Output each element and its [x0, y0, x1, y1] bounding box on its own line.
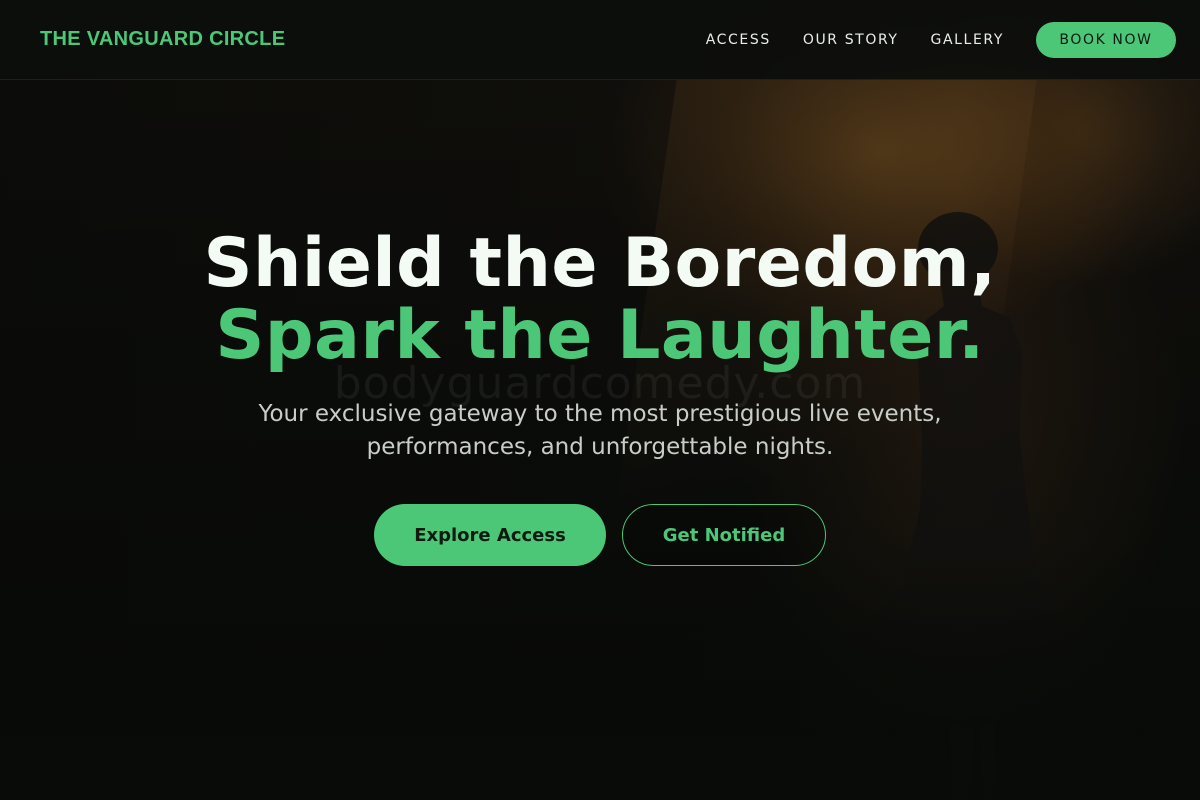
brand-logo[interactable]: THE VANGUARD CIRCLE	[40, 28, 285, 51]
hero-section: Shield the Boredom, Spark the Laughter. …	[0, 228, 1200, 566]
book-now-button[interactable]: BOOK NOW	[1036, 21, 1176, 58]
main-nav: ACCESS OUR STORY GALLERY BOOK NOW	[706, 21, 1176, 58]
nav-link-our-story[interactable]: OUR STORY	[803, 32, 899, 48]
nav-link-access[interactable]: ACCESS	[706, 32, 771, 48]
hero-subtitle-line-1: Your exclusive gateway to the most prest…	[258, 401, 942, 427]
hero-title: Shield the Boredom, Spark the Laughter.	[0, 228, 1200, 372]
hero-title-line-2: Spark the Laughter.	[215, 296, 985, 375]
landing-page: bodyguardcomedy.com THE VANGUARD CIRCLE …	[0, 0, 1200, 800]
hero-subtitle-line-2: performances, and unforgettable nights.	[366, 434, 834, 460]
hero-subtitle: Your exclusive gateway to the most prest…	[0, 398, 1200, 464]
get-notified-button[interactable]: Get Notified	[622, 504, 826, 566]
explore-access-button[interactable]: Explore Access	[374, 504, 606, 566]
nav-link-gallery[interactable]: GALLERY	[931, 32, 1004, 48]
hero-cta-row: Explore Access Get Notified	[0, 504, 1200, 566]
bottom-fade	[0, 540, 1200, 800]
hero-title-line-1: Shield the Boredom,	[203, 224, 997, 303]
top-navbar: THE VANGUARD CIRCLE ACCESS OUR STORY GAL…	[0, 0, 1200, 80]
